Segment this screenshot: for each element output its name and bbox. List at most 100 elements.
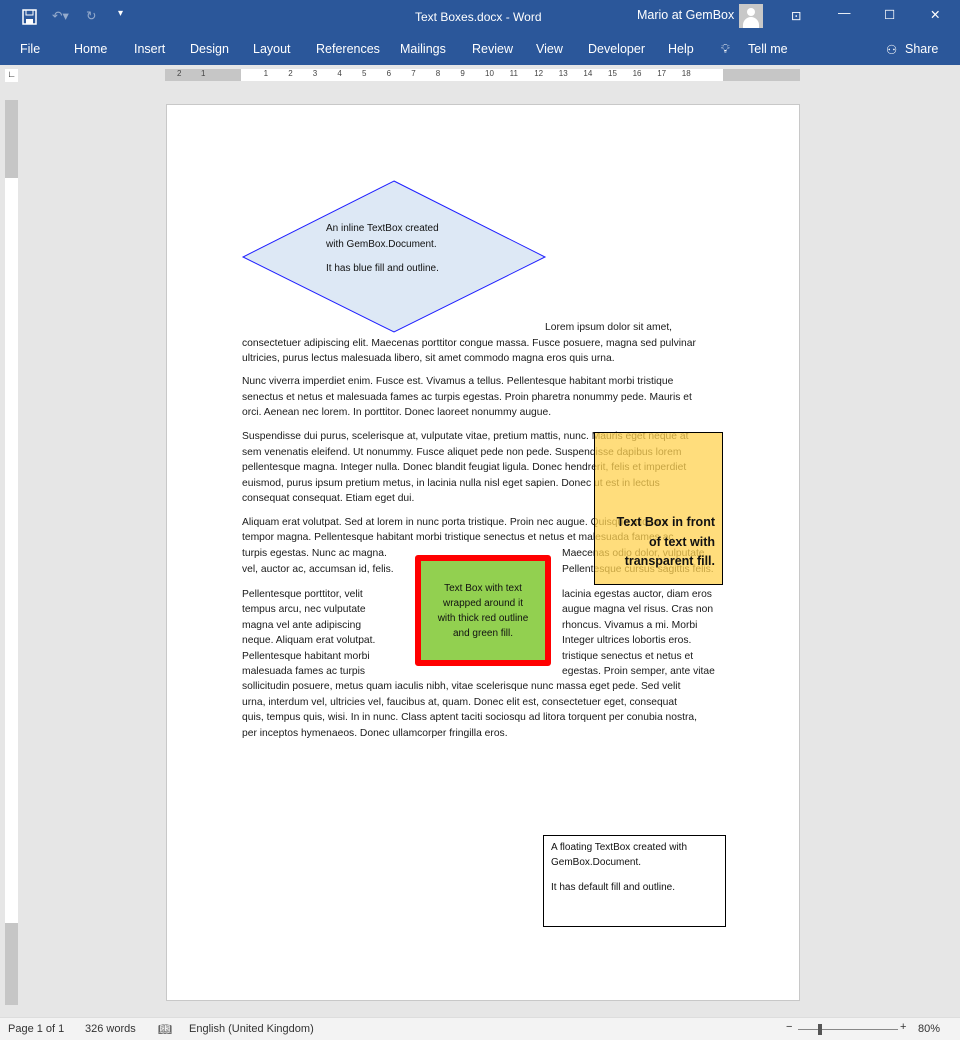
diamond-text: It has blue fill and outline. [326,263,439,274]
tab-file[interactable]: File [20,42,40,56]
body-text-line: magna vel ante adipiscing [242,620,362,631]
floating-textbox[interactable]: A floating TextBox created with GemBox.D… [543,835,726,927]
window-title: Text Boxes.docx - Word [415,10,542,24]
ruler-number: 13 [558,69,568,78]
ruler-number: 4 [337,69,342,78]
green-wrapped-textbox[interactable]: Text Box with text wrapped around it wit… [415,555,551,666]
tab-view[interactable]: View [536,42,563,56]
ruler-number: 6 [386,69,392,78]
tab-insert[interactable]: Insert [134,42,165,56]
ruler-number: 8 [435,69,441,78]
yellow-box-text: transparent fill. [624,554,715,568]
save-icon[interactable] [22,9,38,25]
body-text-line: augue magna vel risus. Cras non [562,604,714,615]
body-text-line: Integer ultrices lobortis eros. [562,635,692,646]
ruler-number: 7 [411,69,416,78]
page-count[interactable]: Page 1 of 1 [8,1023,64,1035]
title-bar: ↶▾ ↻ ▾ Text Boxes.docx - Word Mario at G… [0,0,960,34]
tab-help[interactable]: Help [668,42,694,56]
tab-selector[interactable]: ∟ [5,69,18,82]
body-text-line: per inceptos hymenaeos. Donec ullamcorpe… [242,728,508,739]
diamond-text: with GemBox.Document. [326,239,437,250]
ruler-number: 18 [681,69,691,78]
body-text-line: quis, tempus quis, wisi. In in nunc. Cla… [242,712,698,723]
zoom-out-button[interactable]: − [786,1021,792,1033]
tab-home[interactable]: Home [74,42,107,56]
body-text-line: Pellentesque habitant morbi [242,651,370,662]
ruler-number: 12 [534,69,544,78]
zoom-slider[interactable] [798,1029,898,1030]
vertical-ruler[interactable] [5,100,18,1005]
green-box-text: wrapped around it [442,598,524,609]
yellow-box-text: Text Box in front [616,515,715,529]
word-count[interactable]: 326 words [85,1023,136,1035]
tab-mailings[interactable]: Mailings [400,42,446,56]
body-text-line: Pellentesque porttitor, velit [242,589,363,600]
redo-icon[interactable]: ↻ [86,8,96,23]
avatar[interactable] [739,4,763,28]
close-icon[interactable]: ✕ [930,7,940,22]
tab-developer[interactable]: Developer [588,42,645,56]
zoom-level[interactable]: 80% [918,1023,940,1035]
body-text-line: vel, auctor ac, accumsan id, felis. [242,564,394,575]
body-text-line: malesuada fames ac turpis [242,666,366,677]
proofing-icon[interactable]: 📖︎ [158,1023,172,1036]
share-button[interactable]: Share [905,42,938,56]
ruler-number: 1 [263,69,269,78]
body-text-line: sollicitudin posuere, metus quam iaculis… [242,681,681,692]
share-icon[interactable]: ⚇ [886,42,897,57]
floating-box-text: A floating TextBox created with [551,842,688,853]
ribbon-display-icon[interactable]: ⊡ [791,8,801,23]
yellow-front-textbox[interactable]: Text Box in front of text with transpare… [594,432,723,585]
maximize-icon[interactable]: ☐ [884,7,895,22]
tell-me-search[interactable]: Tell me [748,42,788,56]
ruler-number: 14 [583,69,593,78]
user-name[interactable]: Mario at GemBox [637,8,734,22]
minimize-icon[interactable]: — [838,6,851,20]
body-text-line: rhoncus. Vivamus a mi. Morbi [562,620,698,631]
body-text-line: ultricies, purus lectus malesuada libero… [242,353,615,364]
ruler-number: 10 [485,69,494,78]
diamond-text: An inline TextBox created [326,223,439,234]
ruler-number: 9 [460,69,465,78]
body-text-line: Lorem ipsum dolor sit amet, [545,322,673,333]
ribbon-tabs: File Home Insert Design Layout Reference… [0,34,960,65]
ruler-number: 17 [657,69,667,78]
body-text-line: consectetuer adipiscing elit. Maecenas p… [242,338,696,349]
green-box-text: Text Box with text [444,583,522,594]
language[interactable]: English (United Kingdom) [189,1023,314,1035]
ruler-number: 11 [509,69,518,78]
ruler-number: 5 [362,69,367,78]
undo-icon[interactable]: ↶▾ [52,8,69,23]
status-bar: Page 1 of 1 326 words 📖︎ English (United… [0,1017,960,1040]
customize-toolbar-icon[interactable]: ▾ [118,8,123,19]
body-text-line: turpis egestas. Nunc ac magna. [242,548,387,559]
body-text-line: consequat consequat. Etiam eget dui. [242,493,415,504]
horizontal-ruler[interactable]: 2 1 1 2 3 4 5 6 7 8 9 10 11 12 13 14 15 16 17 18 [165,69,800,81]
body-text-line: urna, interdum vel, ultricies vel, fauci… [242,697,677,708]
body-text-line: egestas. Proin semper, ante vitae [562,666,715,677]
body-text-line: Nunc viverra imperdiet enim. Fusce est. … [242,376,674,387]
floating-box-text: It has default fill and outline. [551,882,675,893]
ruler-number: 2 [288,69,293,78]
green-box-text: with thick red outline [437,613,529,624]
tab-design[interactable]: Design [190,42,229,56]
body-text-line: orci. Aenean nec lorem. In porttitor. Do… [242,407,552,418]
ruler-number: 1 [201,69,206,78]
zoom-in-button[interactable]: + [900,1021,906,1033]
zoom-slider-thumb[interactable] [818,1024,823,1035]
tab-layout[interactable]: Layout [253,42,291,56]
lightbulb-icon: 💡︎ [721,42,730,56]
ruler-number: 3 [312,69,318,78]
ruler-number: 16 [632,69,642,78]
yellow-box-text: of text with [649,534,715,549]
body-text-line: tristique senectus et netus et [562,651,694,662]
body-text-line: senectus et netus et malesuada fames ac … [242,392,692,403]
ruler-number: 15 [608,69,617,78]
tab-review[interactable]: Review [472,42,513,56]
tab-references[interactable]: References [316,42,380,56]
floating-box-text: GemBox.Document. [551,857,642,868]
body-text-line: tempus arcu, nec vulputate [242,604,366,615]
body-text-line: neque. Aliquam erat volutpat. [242,635,376,646]
body-text-line: lacinia egestas auctor, diam eros [562,589,712,600]
